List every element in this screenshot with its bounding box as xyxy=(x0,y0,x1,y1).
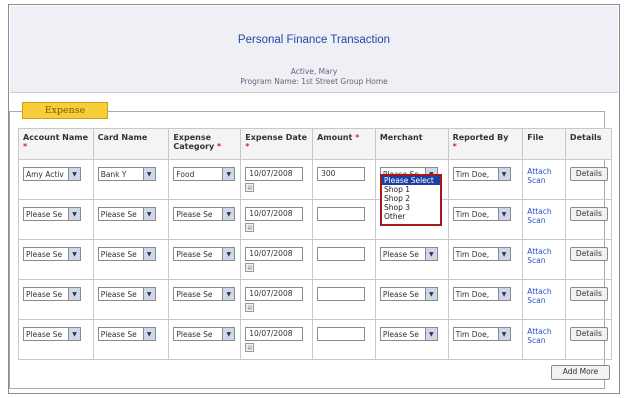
chevron-down-icon[interactable]: ▼ xyxy=(68,208,80,220)
calendar-icon[interactable]: ▤ xyxy=(245,263,255,272)
merchant-select[interactable]: Please Se▼ xyxy=(379,287,438,301)
amount-field[interactable] xyxy=(317,247,366,261)
category-select[interactable]: Please Se ▼ xyxy=(173,207,236,221)
add-more-button[interactable]: Add More xyxy=(551,365,610,380)
card-select[interactable]: Please Se ▼ xyxy=(97,207,156,221)
account-select[interactable]: Amy Activ ▼ xyxy=(23,167,81,181)
reported-by-select[interactable]: Tim Doe, ▼ xyxy=(452,207,511,221)
category-select[interactable]: Please Se ▼ xyxy=(173,327,236,341)
account-select[interactable]: Please Se ▼ xyxy=(23,247,81,261)
details-button[interactable]: Details xyxy=(569,167,608,181)
card-select[interactable]: Bank Y ▼ xyxy=(97,167,156,181)
merchant-option[interactable]: Shop 1 xyxy=(382,185,440,194)
table-row: Please Se ▼ Please Se ▼ Please Se ▼ 10/07/2008… xyxy=(18,199,613,240)
chevron-down-icon[interactable]: ▼ xyxy=(222,288,235,300)
details-button[interactable]: Details xyxy=(569,207,608,221)
chevron-down-icon[interactable]: ▼ xyxy=(497,208,510,220)
calendar-icon[interactable]: ▤ xyxy=(245,183,255,192)
card-select[interactable]: Please Se ▼ xyxy=(97,287,156,301)
amount-field[interactable] xyxy=(317,327,366,341)
chevron-down-icon[interactable]: ▼ xyxy=(497,328,510,340)
details-button[interactable]: Details xyxy=(569,287,608,301)
merchant-option[interactable]: Shop 3 xyxy=(382,203,440,212)
account-select[interactable]: Please Se ▼ xyxy=(23,207,81,221)
amount-field[interactable] xyxy=(317,287,366,301)
card-select[interactable]: Please Se ▼ xyxy=(97,247,156,261)
reported-by-select[interactable]: Tim Doe, ▼ xyxy=(452,247,511,261)
program-line: Program Name: 1st Street Group Home xyxy=(240,77,388,86)
amount-field[interactable]: 300 xyxy=(317,167,366,181)
details-button[interactable]: Details xyxy=(569,247,608,261)
merchant-select[interactable]: Please Se▼ xyxy=(379,327,438,341)
reported-by-select[interactable]: Tim Doe, ▼ xyxy=(452,327,511,341)
chevron-down-icon[interactable]: ▼ xyxy=(68,168,80,180)
expense-table: Account Name * Card Name Expense Categor… xyxy=(18,128,613,360)
col-expense-date: Expense Date * xyxy=(240,128,314,160)
reported-by-select[interactable]: Tim Doe, ▼ xyxy=(452,287,511,301)
chevron-down-icon[interactable]: ▼ xyxy=(142,288,155,300)
table-row: Amy Activ▼ Bank Y▼ Food▼ 10/07/2008 ▤ 300 Plea… xyxy=(18,159,613,200)
account-select[interactable]: Please Se ▼ xyxy=(23,287,81,301)
col-expense-category: Expense Category * xyxy=(168,128,242,160)
attach-scan-link[interactable]: Attach Scan xyxy=(527,167,562,185)
calendar-icon[interactable]: ▤ xyxy=(245,223,255,232)
chevron-down-icon[interactable]: ▼ xyxy=(68,328,80,340)
status-line: Active, Mary xyxy=(290,67,338,76)
chevron-down-icon[interactable]: ▼ xyxy=(142,208,155,220)
expense-tab[interactable]: Expense xyxy=(22,102,108,119)
col-merchant: Merchant xyxy=(374,128,449,160)
col-account-name: Account Name * xyxy=(18,128,94,160)
expense-date-field[interactable]: 10/07/2008 xyxy=(245,287,304,301)
col-reported-by: Reported By * xyxy=(447,128,524,160)
col-details: Details xyxy=(564,128,613,160)
account-select[interactable]: Please Se ▼ xyxy=(23,327,81,341)
expense-date-field[interactable]: 10/07/2008 xyxy=(245,247,304,261)
amount-field[interactable] xyxy=(317,207,366,221)
chevron-down-icon[interactable]: ▼ xyxy=(424,288,437,300)
expense-date-field[interactable]: 10/07/2008 xyxy=(245,167,304,181)
expense-date-field[interactable]: 10/07/2008 xyxy=(245,327,304,341)
attach-scan-link[interactable]: Attach Scan xyxy=(527,207,562,225)
merchant-dropdown-list[interactable]: Please Select Shop 1 Shop 2 Shop 3 Other xyxy=(380,174,442,226)
attach-scan-link[interactable]: Attach Scan xyxy=(527,247,562,265)
details-button[interactable]: Details xyxy=(569,327,608,341)
merchant-select[interactable]: Please Se▼ xyxy=(379,247,438,261)
chevron-down-icon[interactable]: ▼ xyxy=(68,248,80,260)
chevron-down-icon[interactable]: ▼ xyxy=(142,248,155,260)
attach-scan-link[interactable]: Attach Scan xyxy=(527,287,562,305)
expense-date-field[interactable]: 10/07/2008 xyxy=(245,207,304,221)
chevron-down-icon[interactable]: ▼ xyxy=(222,208,235,220)
reported-by-select[interactable]: Tim Doe, ▼ xyxy=(452,167,511,181)
table-row: Please Se ▼ Please Se ▼ Please Se ▼ 10/07/2008… xyxy=(18,319,613,360)
attach-scan-link[interactable]: Attach Scan xyxy=(527,327,562,345)
chevron-down-icon[interactable]: ▼ xyxy=(222,248,235,260)
chevron-down-icon[interactable]: ▼ xyxy=(142,168,155,180)
merchant-option[interactable]: Other xyxy=(382,212,440,221)
chevron-down-icon[interactable]: ▼ xyxy=(497,168,510,180)
chevron-down-icon[interactable]: ▼ xyxy=(424,328,437,340)
table-row: Please Se ▼ Please Se ▼ Please Se ▼ 10/07/2008… xyxy=(18,279,613,320)
col-amount: Amount * xyxy=(312,128,376,160)
category-select[interactable]: Please Se ▼ xyxy=(173,247,236,261)
col-file: File xyxy=(522,128,566,160)
category-select[interactable]: Food ▼ xyxy=(173,167,236,181)
chevron-down-icon[interactable]: ▼ xyxy=(222,168,235,180)
header-row: Account Name * Card Name Expense Categor… xyxy=(18,128,613,160)
col-card-name: Card Name xyxy=(92,128,170,160)
card-select[interactable]: Please Se ▼ xyxy=(97,327,156,341)
page-header: Personal Finance Transaction Active, Mar… xyxy=(10,6,618,93)
calendar-icon[interactable]: ▤ xyxy=(245,303,255,312)
category-select[interactable]: Please Se ▼ xyxy=(173,287,236,301)
chevron-down-icon[interactable]: ▼ xyxy=(497,248,510,260)
chevron-down-icon[interactable]: ▼ xyxy=(142,328,155,340)
page-title: Personal Finance Transaction xyxy=(237,34,391,46)
calendar-icon[interactable]: ▤ xyxy=(245,343,255,352)
table-row: Please Se ▼ Please Se ▼ Please Se ▼ 10/07/2008… xyxy=(18,239,613,280)
merchant-option[interactable]: Shop 2 xyxy=(382,194,440,203)
chevron-down-icon[interactable]: ▼ xyxy=(222,328,235,340)
merchant-option[interactable]: Please Select xyxy=(382,176,440,185)
chevron-down-icon[interactable]: ▼ xyxy=(68,288,80,300)
chevron-down-icon[interactable]: ▼ xyxy=(424,248,437,260)
chevron-down-icon[interactable]: ▼ xyxy=(497,288,510,300)
